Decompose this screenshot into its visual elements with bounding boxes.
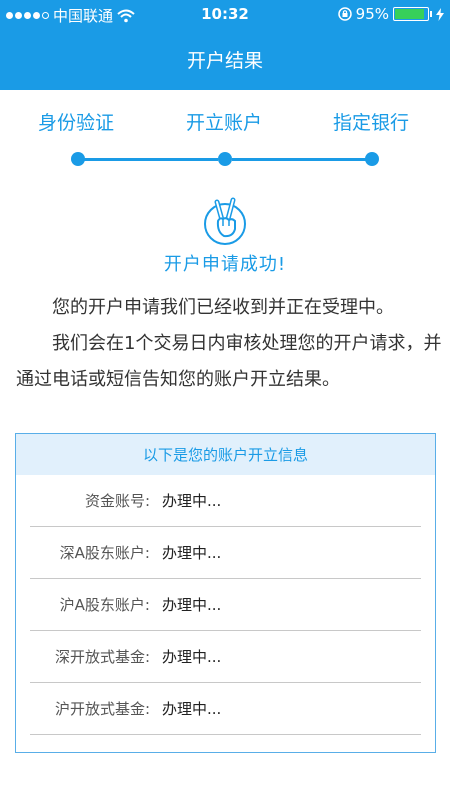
success-title: 开户申请成功!	[163, 254, 287, 275]
info-value: 办理中...	[162, 596, 222, 614]
info-value: 办理中...	[162, 492, 222, 510]
step-connector	[78, 158, 218, 161]
step-dot	[218, 152, 232, 166]
info-row-sh-a-account: 沪A股东账户: 办理中...	[30, 579, 421, 631]
account-info-panel: 以下是您的账户开立信息 资金账号: 办理中... 深A股东账户: 办理中... …	[15, 433, 436, 753]
info-row-sh-open-fund: 沪开放式基金: 办理中...	[30, 683, 421, 735]
description-line-1: 您的开户申请我们已经收到并正在受理中。	[52, 297, 394, 318]
success-area: 开户申请成功!	[0, 196, 450, 276]
step-dot	[365, 152, 379, 166]
page-title: 开户结果	[186, 49, 263, 72]
info-row-fund-account: 资金账号: 办理中...	[30, 475, 421, 527]
info-row-sz-a-account: 深A股东账户: 办理中...	[30, 527, 421, 579]
nav-bar: 开户结果	[0, 28, 450, 90]
battery-icon	[393, 7, 429, 21]
charging-icon	[436, 7, 444, 21]
status-right: 95%	[337, 5, 444, 23]
info-value: 办理中...	[162, 544, 222, 562]
step-label-bank: 指定银行	[333, 112, 410, 134]
info-label: 深开放式基金:	[54, 648, 150, 666]
battery-percent: 95%	[355, 5, 389, 23]
info-label: 沪开放式基金:	[54, 700, 150, 718]
step-label-open-account: 开立账户	[186, 112, 263, 134]
result-description: 您的开户申请我们已经收到并正在受理中。 我们会在1个交易日内审核处理您的开户请求…	[0, 290, 450, 398]
step-connector	[232, 158, 370, 161]
info-label: 深A股东账户:	[59, 544, 150, 562]
info-value: 办理中...	[162, 700, 222, 718]
info-label: 资金账号:	[84, 492, 150, 510]
info-label: 沪A股东账户:	[59, 596, 150, 614]
account-info-header: 以下是您的账户开立信息	[16, 434, 435, 475]
victory-hand-icon	[204, 197, 246, 245]
status-bar: 中国联通 10:32 95%	[0, 0, 450, 28]
info-row-sz-open-fund: 深开放式基金: 办理中...	[30, 631, 421, 683]
rotation-lock-icon	[337, 7, 352, 21]
step-dot	[71, 152, 85, 166]
battery-tip	[430, 11, 432, 17]
info-value: 办理中...	[162, 648, 222, 666]
description-line-2: 我们会在1个交易日内审核处理您的开户请求，并通过电话或短信告知您的账户开立结果。	[16, 333, 442, 390]
step-label-identity: 身份验证	[38, 112, 115, 134]
step-progress: 身份验证 开立账户 指定银行	[0, 90, 450, 190]
